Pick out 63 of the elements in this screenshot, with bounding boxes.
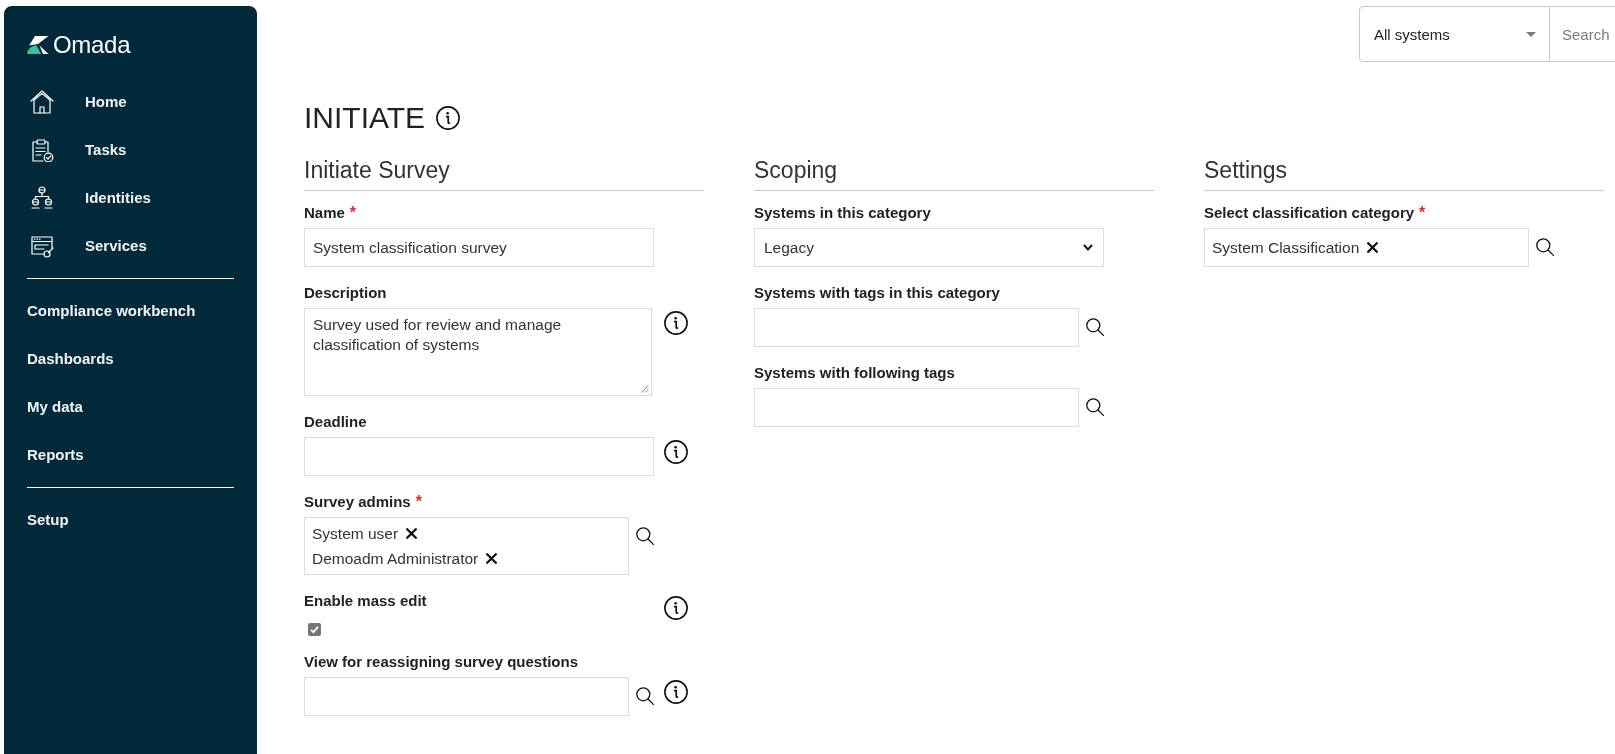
tag-label: Demoadm Administrator	[312, 549, 479, 568]
search-field[interactable]: Search	[1550, 6, 1615, 62]
field-label: Systems in this category	[754, 203, 931, 223]
logo-text: Omada	[53, 31, 131, 59]
section-heading: Scoping	[754, 155, 1154, 191]
dropdown-field[interactable]: Legacy	[754, 228, 1104, 267]
sidebar-item[interactable]: Identities	[30, 186, 151, 210]
field-label: Enable mass edit	[304, 591, 427, 611]
text-area[interactable]: Survey used for review and manage classification of systems	[304, 308, 652, 396]
search-icon[interactable]	[636, 687, 654, 705]
lookup-field[interactable]	[754, 388, 1079, 427]
lookup-field[interactable]	[754, 308, 1079, 347]
search-icon[interactable]	[1086, 318, 1104, 336]
search-icon[interactable]	[636, 527, 654, 545]
system-filter-select[interactable]: All systems	[1359, 6, 1550, 62]
resize-handle-icon[interactable]	[641, 385, 649, 393]
sidebar-item[interactable]: Compliance workbench	[27, 301, 196, 321]
tag-label: System Classification	[1212, 238, 1360, 257]
people-hierarchy-icon	[30, 186, 54, 210]
sidebar-item[interactable]: Dashboards	[27, 349, 114, 369]
field-label: Deadline	[304, 412, 367, 432]
required-mark: *	[415, 492, 422, 512]
field-label: Description	[304, 283, 387, 303]
sidebar-item[interactable]: Setup	[27, 510, 69, 530]
info-icon[interactable]	[664, 311, 688, 335]
page-title: INITIATE	[304, 100, 426, 136]
text-input[interactable]	[304, 437, 654, 476]
section-heading: Settings	[1204, 155, 1604, 191]
required-mark: *	[349, 203, 357, 223]
field-label: Systems with tags in this category	[754, 283, 1000, 303]
sidebar-item[interactable]: Services	[30, 234, 147, 258]
field-label: View for reassigning survey questions	[304, 652, 578, 672]
info-icon[interactable]	[664, 440, 688, 464]
remove-icon[interactable]	[486, 553, 498, 564]
section-heading: Initiate Survey	[304, 155, 704, 191]
info-icon[interactable]	[664, 596, 688, 620]
search-icon[interactable]	[1536, 238, 1554, 256]
field-label: Select classification category	[1204, 203, 1415, 223]
search-icon[interactable]	[1086, 398, 1104, 416]
sidebar-item[interactable]: Home	[30, 90, 127, 114]
field-label: Systems with following tags	[754, 363, 955, 383]
browser-window-icon	[30, 234, 54, 258]
remove-icon[interactable]	[406, 528, 418, 539]
logo-icon	[27, 36, 49, 54]
text-input[interactable]: System classification survey	[304, 228, 654, 267]
tag-label: System user	[312, 524, 399, 543]
lookup-field[interactable]: System user Demoadm Administrator	[304, 517, 629, 575]
sidebar-item[interactable]: Tasks	[30, 138, 127, 162]
info-icon[interactable]	[436, 106, 461, 130]
caret-down-icon	[1526, 31, 1536, 37]
field-label: Name	[304, 203, 345, 223]
checkbox[interactable]	[308, 623, 321, 636]
sidebar-item[interactable]: My data	[27, 397, 83, 417]
home-icon	[30, 90, 54, 114]
info-icon[interactable]	[664, 680, 688, 704]
sidebar-item[interactable]: Reports	[27, 445, 84, 465]
lookup-field[interactable]	[304, 677, 629, 716]
lookup-field[interactable]: System Classification	[1204, 228, 1529, 267]
remove-icon[interactable]	[1367, 242, 1379, 253]
clipboard-check-icon	[30, 138, 54, 162]
required-mark: *	[1419, 203, 1426, 223]
chevron-down-icon	[1083, 244, 1093, 251]
field-label: Survey admins	[304, 492, 411, 512]
